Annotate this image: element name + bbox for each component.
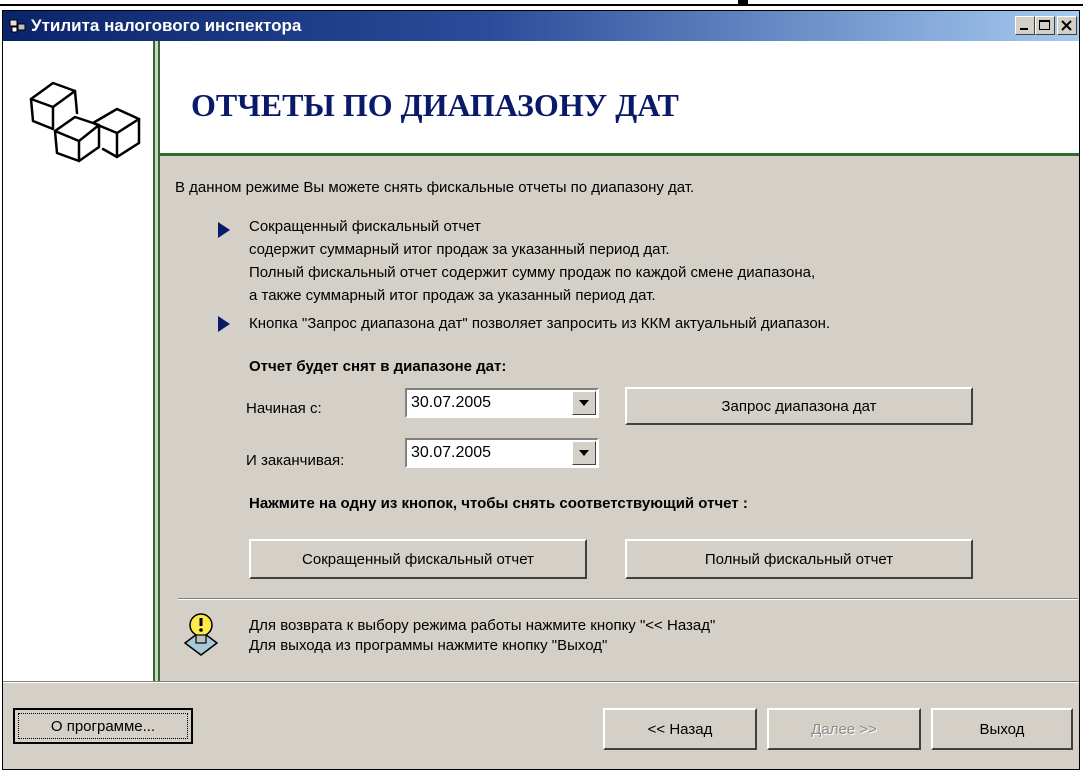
header-divider [160, 153, 1079, 156]
minimize-icon [1020, 28, 1028, 30]
back-button[interactable]: << Назад [603, 708, 757, 750]
cubes-logo-icon [29, 81, 141, 163]
page-top-rule [0, 4, 1083, 6]
maximize-icon [1039, 20, 1050, 30]
close-icon [1061, 20, 1072, 31]
section-separator-highlight [178, 599, 1078, 600]
bullet-1-line-4: а также суммарный итог продаж за указанн… [249, 287, 656, 304]
bullet-1-line-3: Полный фискальный отчет содержит сумму п… [249, 264, 816, 281]
footer-separator-highlight [3, 682, 1079, 683]
bullet-1-line-2: содержит суммарный итог продаж за указан… [249, 241, 670, 258]
bullet-2-text: Кнопка "Запрос диапазона дат" позволяет … [249, 315, 831, 332]
end-date-combo[interactable]: 30.07.2005 [405, 438, 599, 468]
start-date-dropdown-button[interactable] [572, 391, 596, 415]
short-fiscal-report-button[interactable]: Сокращенный фискальный отчет [249, 539, 587, 579]
close-button[interactable] [1057, 16, 1077, 35]
start-date-label: Начиная с: [246, 400, 322, 417]
request-range-button[interactable]: Запрос диапазона дат [625, 387, 973, 425]
app-icon [9, 19, 26, 33]
page-title: ОТЧЕТЫ ПО ДИАПАЗОНУ ДАТ [191, 87, 679, 123]
start-date-value: 30.07.2005 [411, 394, 492, 411]
chevron-down-icon [579, 400, 589, 406]
bullet-1-line-1: Сокращенный фискальный отчет [249, 218, 481, 235]
start-date-combo[interactable]: 30.07.2005 [405, 388, 599, 418]
end-date-value: 30.07.2005 [411, 444, 492, 461]
bullet-arrow-icon [218, 316, 230, 332]
hint-line-2: Для выхода из программы нажмите кнопку "… [249, 637, 608, 654]
page-top-mark [738, 0, 748, 5]
sidebar-divider [153, 41, 155, 681]
intro-text: В данном режиме Вы можете снять фискальн… [175, 179, 695, 196]
maximize-button[interactable] [1035, 16, 1055, 35]
next-button[interactable]: Далее >> [767, 708, 921, 750]
minimize-button[interactable] [1015, 16, 1035, 35]
chevron-down-icon [579, 450, 589, 456]
full-fiscal-report-button[interactable]: Полный фискальный отчет [625, 539, 973, 579]
title-bar[interactable]: Утилита налогового инспектора [3, 11, 1079, 41]
end-date-label: И заканчивая: [246, 452, 345, 469]
range-heading: Отчет будет снят в диапазоне дат: [249, 358, 507, 375]
bullet-arrow-icon [218, 222, 230, 238]
exit-button[interactable]: Выход [931, 708, 1073, 750]
app-window: Утилита налогового инспектора ОТЧЕТЫ ПО … [2, 10, 1080, 770]
window-title: Утилита налогового инспектора [31, 16, 302, 35]
about-button[interactable]: О программе... [13, 708, 193, 744]
reports-heading: Нажмите на одну из кнопок, чтобы снять с… [249, 495, 748, 512]
lightbulb-hint-icon [183, 613, 219, 656]
hint-line-1: Для возврата к выбору режима работы нажм… [249, 617, 716, 634]
end-date-dropdown-button[interactable] [572, 441, 596, 465]
